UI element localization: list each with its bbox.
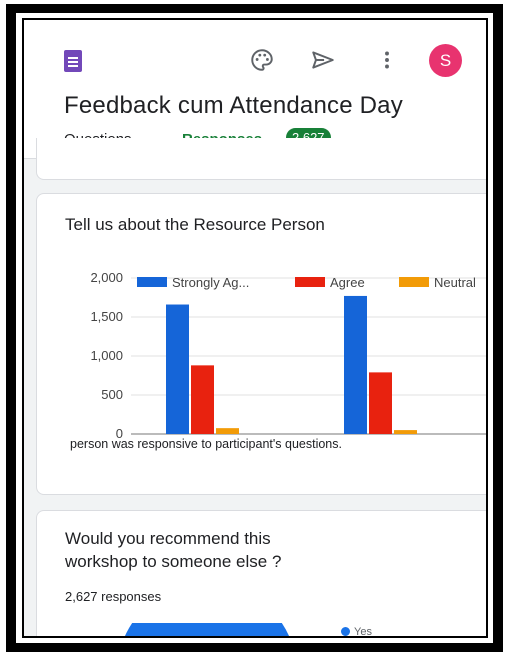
send-icon[interactable] [310,47,336,73]
y-tick-label: 1,500 [90,309,123,324]
previous-question-card [36,138,486,180]
response-count: 2,627 responses [65,589,162,604]
question-title-line2: workshop to someone else ? [65,552,282,571]
legend-swatch-0 [137,277,167,287]
bar-0-0 [166,304,189,434]
question-card-resource-person: Tell us about the Resource Person 0 500 1,… [36,193,486,495]
bar-0-1 [344,295,367,434]
pie-slice-yes [125,623,289,636]
form-title: Feedback cum Attendance Day [64,92,403,119]
forms-icon[interactable] [64,50,82,72]
bar-2-1 [394,430,417,434]
legend-label-2: Neutral [434,275,476,290]
more-vert-icon[interactable] [374,47,400,73]
y-tick-label: 2,000 [90,270,123,285]
legend-swatch-1 [295,277,325,287]
legend-dot-yes [341,627,350,636]
legend-label-1: Agree [330,275,365,290]
bar-2-0 [216,428,239,434]
y-tick-label: 1,000 [90,348,123,363]
bar-1-1 [369,372,392,434]
y-tick-label: 500 [101,387,123,402]
legend-label-yes: Yes [354,626,372,638]
pie-chart [125,623,289,636]
legend-swatch-2 [399,277,429,287]
legend-label-0: Strongly Ag... [172,275,249,290]
avatar[interactable]: S [429,44,462,77]
question-card-recommend: Would you recommend this workshop to som… [36,510,486,638]
palette-icon[interactable] [249,47,275,73]
legend-item-yes: Yes [341,626,372,638]
bar-chart: 05001,0001,5002,000 Strongly Ag... Agree Ne… [90,270,486,441]
question-title-line1: Would you recommend this [65,529,271,548]
bar-1-0 [191,365,214,434]
phone-screen: S Feedback cum Attendance Day Questions … [22,18,488,638]
chart-caption: person was responsive to participant's q… [70,437,342,451]
